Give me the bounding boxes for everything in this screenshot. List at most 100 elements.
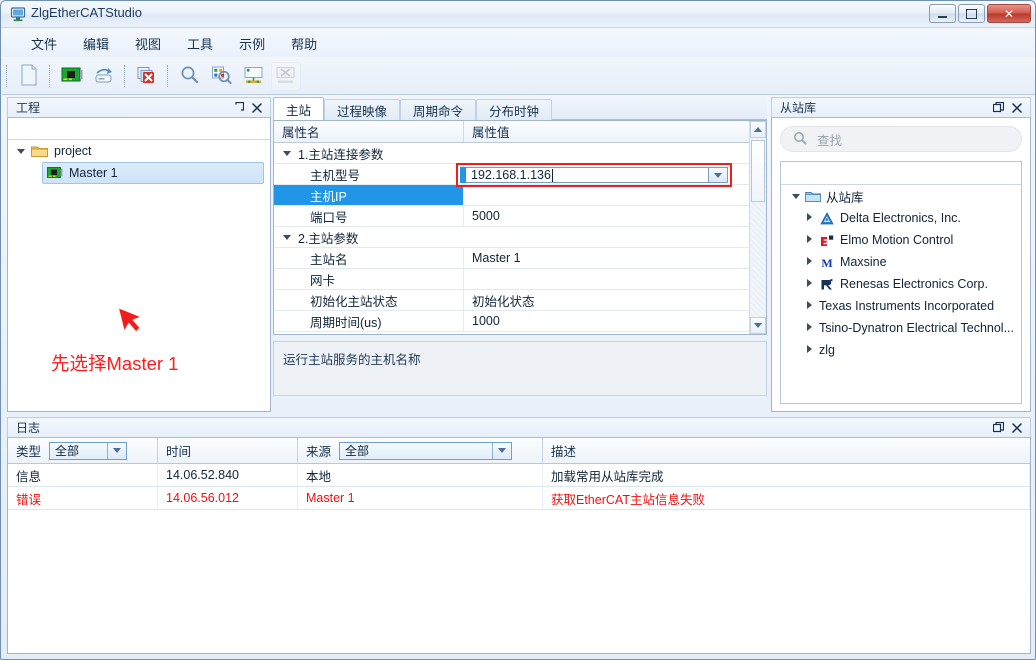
host-ip-value: 192.168.1.136 [471,168,551,182]
property-grid-scrollbar[interactable] [749,121,766,334]
log-cell-type: 错误 [8,487,158,509]
property-value: Master 1 [472,251,521,265]
log-panel-title: 日志 [16,419,992,436]
host-ip-combobox[interactable]: 192.168.1.136 [460,167,728,183]
search-button[interactable] [175,62,205,91]
log-row[interactable]: 信息 14.06.52.840 本地 加载常用从站库完成 [8,464,1030,487]
tab-strip: 主站 过程映像 周期命令 分布时钟 [273,97,767,120]
chevron-right-icon[interactable] [803,279,816,289]
column-header-name[interactable]: 属性名 [274,121,464,142]
property-row-master-name[interactable]: 主站名 Master 1 [274,248,766,269]
close-icon[interactable] [1011,422,1023,434]
chevron-right-icon[interactable] [803,235,816,245]
tree-item-project[interactable]: project [8,140,270,162]
float-icon[interactable] [992,422,1004,434]
property-group-connection[interactable]: 1.主站连接参数 [274,143,766,164]
slave-tree-root[interactable]: 从站库 [781,185,1021,207]
network-card-icon [61,65,83,88]
delete-button[interactable] [132,62,162,91]
maxsine-logo-icon: M [819,255,835,269]
tab-process-image[interactable]: 过程映像 [324,99,400,120]
log-cell-time: 14.06.52.840 [158,464,298,486]
log-cell-description: 加载常用从站库完成 [543,464,1030,486]
host-ip-editor-highlight: 192.168.1.136 [456,163,732,187]
slave-vendor-zlg[interactable]: zlg [781,339,1021,361]
property-row-nic[interactable]: 网卡 [274,269,766,290]
scan-network-icon [211,65,233,88]
chevron-right-icon[interactable] [803,301,816,311]
export-button[interactable] [89,62,119,91]
tab-master[interactable]: 主站 [273,97,324,120]
chevron-down-icon[interactable] [492,443,511,459]
scrollbar-track[interactable] [750,138,766,317]
menu-file[interactable]: 文件 [18,30,70,57]
close-icon[interactable] [1011,102,1023,114]
log-header: 类型 全部 时间 来源 全部 描述 [8,438,1030,464]
slave-search-box[interactable]: 查找 [780,126,1022,152]
tab-distributed-clock[interactable]: 分布时钟 [476,99,552,120]
slave-search-input[interactable]: 查找 [817,130,842,149]
column-header-value[interactable]: 属性值 [464,121,766,142]
float-icon[interactable] [232,102,244,114]
chevron-right-icon[interactable] [803,213,816,223]
close-button[interactable]: ✕ [987,4,1031,23]
master-config-panel: 主站 过程映像 周期命令 分布时钟 属性名 属性值 1.主站连接参数 主机型号 [273,97,767,413]
float-icon[interactable] [992,102,1004,114]
property-row-cycle-time[interactable]: 周期时间(us) 1000 [274,311,766,332]
chevron-down-icon[interactable] [280,232,294,242]
restore-button[interactable] [958,4,985,23]
application-window: ZlgEtherCATStudio ✕ 文件 编辑 视图 工具 示例 帮助 [0,0,1036,660]
slave-vendor-delta[interactable]: Delta Electronics, Inc. [781,207,1021,229]
menu-tools[interactable]: 工具 [174,30,226,57]
toolbar-separator [124,65,127,87]
scroll-down-button[interactable] [750,317,766,334]
chevron-right-icon[interactable] [803,345,816,355]
minimize-button[interactable] [929,4,956,23]
log-cell-type: 信息 [8,464,158,486]
scan-network-button[interactable] [207,62,237,91]
slave-vendor-elmo[interactable]: Elmo Motion Control [781,229,1021,251]
chevron-right-icon[interactable] [803,323,816,333]
window-controls: ✕ [929,4,1031,23]
folder-icon [31,144,48,158]
tree-item-master-1[interactable]: Master 1 [42,162,264,184]
log-row[interactable]: 错误 14.06.56.012 Master 1 获取EtherCAT主站信息失… [8,487,1030,510]
close-icon[interactable] [251,102,263,114]
tab-cyclic-commands[interactable]: 周期命令 [400,99,476,120]
project-tree-toolstrip [8,118,270,140]
slave-tree-label: zlg [819,343,835,357]
tree-item-label: Master 1 [69,166,118,180]
scrollbar-thumb[interactable] [751,140,765,202]
scroll-up-button[interactable] [750,121,766,138]
chevron-down-icon[interactable] [14,146,28,156]
property-group-master-params[interactable]: 2.主站参数 [274,227,766,248]
log-column-source: 来源 全部 [298,438,543,463]
host-ip-input[interactable]: 192.168.1.136 [466,167,708,183]
slave-vendor-maxsine[interactable]: M Maxsine [781,251,1021,273]
disconnect-button[interactable] [271,62,301,91]
slave-vendor-renesas[interactable]: Renesas Electronics Corp. [781,273,1021,295]
window-title: ZlgEtherCATStudio [31,5,142,20]
menu-help[interactable]: 帮助 [278,30,330,57]
topology-button[interactable] [239,62,269,91]
menu-edit[interactable]: 编辑 [70,30,122,57]
menu-bar: 文件 编辑 视图 工具 示例 帮助 [2,29,1036,57]
new-document-button[interactable] [14,62,44,91]
log-type-filter[interactable]: 全部 [49,442,127,460]
slave-vendor-tsino-dynatron[interactable]: Tsino-Dynatron Electrical Technol... [781,317,1021,339]
property-row-port[interactable]: 端口号 5000 [274,206,766,227]
property-row-host-ip[interactable]: 主机IP [274,185,766,206]
menu-view[interactable]: 视图 [122,30,174,57]
add-master-button[interactable] [57,62,87,91]
chevron-down-icon[interactable] [107,443,126,459]
menu-examples[interactable]: 示例 [226,30,278,57]
chevron-down-icon[interactable] [280,148,294,158]
slave-vendor-ti[interactable]: Texas Instruments Incorporated [781,295,1021,317]
chevron-down-icon[interactable] [789,192,802,201]
annotation-arrow-icon [116,304,150,343]
chevron-down-icon [714,173,722,178]
log-source-filter[interactable]: 全部 [339,442,512,460]
host-ip-dropdown-button[interactable] [708,167,728,183]
property-row-init-master-state[interactable]: 初始化主站状态 初始化状态 [274,290,766,311]
chevron-right-icon[interactable] [803,257,816,267]
